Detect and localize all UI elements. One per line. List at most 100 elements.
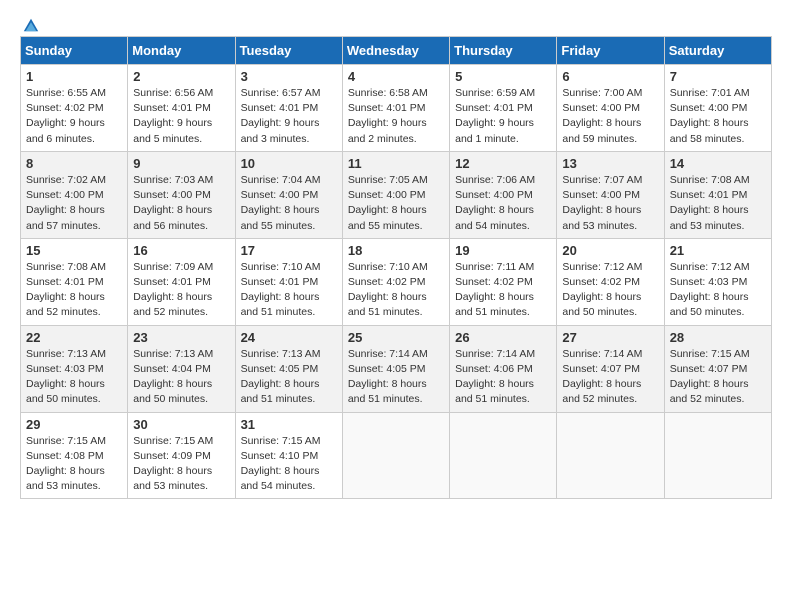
calendar-cell: 29 Sunrise: 7:15 AMSunset: 4:08 PMDaylig… [21, 412, 128, 499]
day-number: 22 [26, 330, 122, 345]
day-number: 23 [133, 330, 229, 345]
day-number: 5 [455, 69, 551, 84]
day-number: 27 [562, 330, 658, 345]
day-number: 13 [562, 156, 658, 171]
day-number: 10 [241, 156, 337, 171]
day-number: 7 [670, 69, 766, 84]
calendar-table: SundayMondayTuesdayWednesdayThursdayFrid… [20, 36, 772, 499]
calendar-cell: 15 Sunrise: 7:08 AMSunset: 4:01 PMDaylig… [21, 238, 128, 325]
day-info: Sunrise: 7:05 AMSunset: 4:00 PMDaylight:… [348, 174, 428, 232]
weekday-header-tuesday: Tuesday [235, 37, 342, 65]
calendar-cell: 19 Sunrise: 7:11 AMSunset: 4:02 PMDaylig… [450, 238, 557, 325]
day-number: 6 [562, 69, 658, 84]
calendar-cell: 17 Sunrise: 7:10 AMSunset: 4:01 PMDaylig… [235, 238, 342, 325]
calendar-cell: 7 Sunrise: 7:01 AMSunset: 4:00 PMDayligh… [664, 65, 771, 152]
calendar-cell: 4 Sunrise: 6:58 AMSunset: 4:01 PMDayligh… [342, 65, 449, 152]
day-info: Sunrise: 6:55 AMSunset: 4:02 PMDaylight:… [26, 87, 106, 145]
day-info: Sunrise: 7:07 AMSunset: 4:00 PMDaylight:… [562, 174, 642, 232]
calendar-cell: 28 Sunrise: 7:15 AMSunset: 4:07 PMDaylig… [664, 325, 771, 412]
day-number: 28 [670, 330, 766, 345]
week-row-4: 22 Sunrise: 7:13 AMSunset: 4:03 PMDaylig… [21, 325, 772, 412]
logo-triangle-icon [22, 16, 40, 34]
day-number: 11 [348, 156, 444, 171]
day-info: Sunrise: 7:06 AMSunset: 4:00 PMDaylight:… [455, 174, 535, 232]
day-number: 31 [241, 417, 337, 432]
calendar-cell: 8 Sunrise: 7:02 AMSunset: 4:00 PMDayligh… [21, 151, 128, 238]
day-number: 26 [455, 330, 551, 345]
day-number: 16 [133, 243, 229, 258]
calendar-cell: 20 Sunrise: 7:12 AMSunset: 4:02 PMDaylig… [557, 238, 664, 325]
calendar-cell: 24 Sunrise: 7:13 AMSunset: 4:05 PMDaylig… [235, 325, 342, 412]
day-number: 29 [26, 417, 122, 432]
calendar-cell: 1 Sunrise: 6:55 AMSunset: 4:02 PMDayligh… [21, 65, 128, 152]
calendar-cell: 31 Sunrise: 7:15 AMSunset: 4:10 PMDaylig… [235, 412, 342, 499]
day-number: 18 [348, 243, 444, 258]
day-info: Sunrise: 7:14 AMSunset: 4:05 PMDaylight:… [348, 348, 428, 406]
day-info: Sunrise: 7:10 AMSunset: 4:02 PMDaylight:… [348, 261, 428, 319]
day-info: Sunrise: 7:03 AMSunset: 4:00 PMDaylight:… [133, 174, 213, 232]
calendar-cell [450, 412, 557, 499]
calendar-cell [557, 412, 664, 499]
day-info: Sunrise: 6:57 AMSunset: 4:01 PMDaylight:… [241, 87, 321, 145]
week-row-2: 8 Sunrise: 7:02 AMSunset: 4:00 PMDayligh… [21, 151, 772, 238]
calendar-cell: 11 Sunrise: 7:05 AMSunset: 4:00 PMDaylig… [342, 151, 449, 238]
calendar-cell: 2 Sunrise: 6:56 AMSunset: 4:01 PMDayligh… [128, 65, 235, 152]
weekday-header-wednesday: Wednesday [342, 37, 449, 65]
day-number: 3 [241, 69, 337, 84]
day-info: Sunrise: 7:15 AMSunset: 4:09 PMDaylight:… [133, 435, 213, 493]
weekday-header-row: SundayMondayTuesdayWednesdayThursdayFrid… [21, 37, 772, 65]
day-info: Sunrise: 7:08 AMSunset: 4:01 PMDaylight:… [670, 174, 750, 232]
calendar-cell: 6 Sunrise: 7:00 AMSunset: 4:00 PMDayligh… [557, 65, 664, 152]
day-info: Sunrise: 7:15 AMSunset: 4:08 PMDaylight:… [26, 435, 106, 493]
week-row-5: 29 Sunrise: 7:15 AMSunset: 4:08 PMDaylig… [21, 412, 772, 499]
day-info: Sunrise: 7:13 AMSunset: 4:04 PMDaylight:… [133, 348, 213, 406]
day-number: 17 [241, 243, 337, 258]
day-info: Sunrise: 7:02 AMSunset: 4:00 PMDaylight:… [26, 174, 106, 232]
calendar-cell: 5 Sunrise: 6:59 AMSunset: 4:01 PMDayligh… [450, 65, 557, 152]
header [20, 20, 772, 26]
day-number: 30 [133, 417, 229, 432]
day-number: 21 [670, 243, 766, 258]
day-info: Sunrise: 7:14 AMSunset: 4:07 PMDaylight:… [562, 348, 642, 406]
day-info: Sunrise: 7:10 AMSunset: 4:01 PMDaylight:… [241, 261, 321, 319]
day-number: 14 [670, 156, 766, 171]
day-info: Sunrise: 7:15 AMSunset: 4:10 PMDaylight:… [241, 435, 321, 493]
calendar-cell: 30 Sunrise: 7:15 AMSunset: 4:09 PMDaylig… [128, 412, 235, 499]
day-info: Sunrise: 7:13 AMSunset: 4:05 PMDaylight:… [241, 348, 321, 406]
calendar-cell: 18 Sunrise: 7:10 AMSunset: 4:02 PMDaylig… [342, 238, 449, 325]
day-info: Sunrise: 7:08 AMSunset: 4:01 PMDaylight:… [26, 261, 106, 319]
weekday-header-sunday: Sunday [21, 37, 128, 65]
calendar-cell: 26 Sunrise: 7:14 AMSunset: 4:06 PMDaylig… [450, 325, 557, 412]
day-info: Sunrise: 7:01 AMSunset: 4:00 PMDaylight:… [670, 87, 750, 145]
calendar-cell: 14 Sunrise: 7:08 AMSunset: 4:01 PMDaylig… [664, 151, 771, 238]
day-number: 2 [133, 69, 229, 84]
calendar-cell: 13 Sunrise: 7:07 AMSunset: 4:00 PMDaylig… [557, 151, 664, 238]
calendar-cell: 25 Sunrise: 7:14 AMSunset: 4:05 PMDaylig… [342, 325, 449, 412]
calendar-cell: 16 Sunrise: 7:09 AMSunset: 4:01 PMDaylig… [128, 238, 235, 325]
day-info: Sunrise: 7:15 AMSunset: 4:07 PMDaylight:… [670, 348, 750, 406]
day-number: 9 [133, 156, 229, 171]
day-info: Sunrise: 7:14 AMSunset: 4:06 PMDaylight:… [455, 348, 535, 406]
calendar-cell: 9 Sunrise: 7:03 AMSunset: 4:00 PMDayligh… [128, 151, 235, 238]
week-row-1: 1 Sunrise: 6:55 AMSunset: 4:02 PMDayligh… [21, 65, 772, 152]
calendar-cell: 21 Sunrise: 7:12 AMSunset: 4:03 PMDaylig… [664, 238, 771, 325]
weekday-header-monday: Monday [128, 37, 235, 65]
day-info: Sunrise: 7:12 AMSunset: 4:03 PMDaylight:… [670, 261, 750, 319]
calendar-cell [342, 412, 449, 499]
logo [20, 20, 40, 26]
day-number: 1 [26, 69, 122, 84]
day-info: Sunrise: 7:00 AMSunset: 4:00 PMDaylight:… [562, 87, 642, 145]
day-number: 4 [348, 69, 444, 84]
week-row-3: 15 Sunrise: 7:08 AMSunset: 4:01 PMDaylig… [21, 238, 772, 325]
weekday-header-thursday: Thursday [450, 37, 557, 65]
day-number: 19 [455, 243, 551, 258]
day-info: Sunrise: 7:04 AMSunset: 4:00 PMDaylight:… [241, 174, 321, 232]
day-number: 12 [455, 156, 551, 171]
day-number: 20 [562, 243, 658, 258]
day-info: Sunrise: 7:13 AMSunset: 4:03 PMDaylight:… [26, 348, 106, 406]
day-info: Sunrise: 6:58 AMSunset: 4:01 PMDaylight:… [348, 87, 428, 145]
day-number: 15 [26, 243, 122, 258]
weekday-header-saturday: Saturday [664, 37, 771, 65]
day-number: 25 [348, 330, 444, 345]
day-info: Sunrise: 7:12 AMSunset: 4:02 PMDaylight:… [562, 261, 642, 319]
